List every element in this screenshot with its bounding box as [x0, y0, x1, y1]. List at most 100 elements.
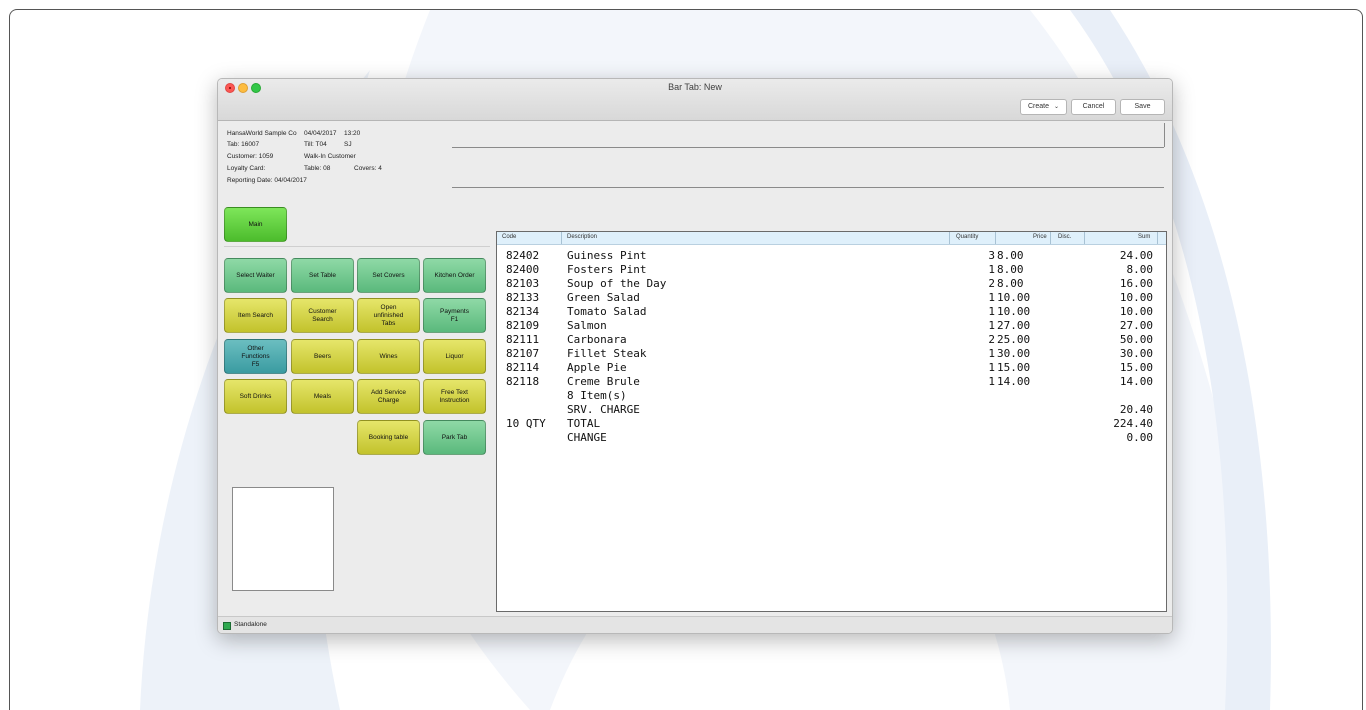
set-table-button[interactable]: Set Table	[291, 258, 354, 293]
row-description: CHANGE	[567, 431, 607, 444]
park-tab-button[interactable]: Park Tab	[423, 420, 486, 455]
free-text-instruction-button[interactable]: Free Text Instruction	[423, 379, 486, 414]
main-button[interactable]: Main	[224, 207, 287, 242]
row-description: Fillet Steak	[567, 347, 647, 360]
customer-search-line-1: Customer	[308, 307, 337, 315]
tab-time: 13:20	[344, 130, 361, 137]
column-header-quantity[interactable]: Quantity	[956, 234, 978, 240]
row-price: 25.00	[997, 333, 1031, 346]
row-description: Soup of the Day	[567, 277, 667, 290]
tab-date: 04/04/2017	[304, 130, 337, 137]
row-quantity: 1	[988, 375, 995, 388]
table-row[interactable]: 10 QTY TOTAL 224.40	[497, 417, 1166, 431]
select-waiter-button[interactable]: Select Waiter	[224, 258, 287, 293]
row-price: 10.00	[997, 305, 1031, 318]
item-search-button[interactable]: Item Search	[224, 298, 287, 333]
loyalty-card: Loyalty Card:	[227, 165, 266, 172]
row-sum: 0.00	[1126, 431, 1154, 444]
wines-button[interactable]: Wines	[357, 339, 420, 374]
row-sum: 16.00	[1119, 277, 1153, 290]
row-price: 27.00	[997, 319, 1031, 332]
customer-search-button[interactable]: Customer Search	[291, 298, 354, 333]
tab-items-grid[interactable]: Code Description Quantity Price Disc. Su…	[496, 231, 1167, 612]
status-bar: Standalone	[218, 616, 1172, 633]
open-unfinished-tabs-button[interactable]: Open unfinished Tabs	[357, 298, 420, 333]
add-service-line-2: Charge	[377, 396, 400, 404]
row-code: 10 QTY	[506, 417, 546, 430]
row-code: 82107	[506, 347, 540, 360]
row-quantity: 1	[988, 263, 995, 276]
row-quantity: 3	[988, 249, 995, 262]
table-row[interactable]: SRV. CHARGE 20.40	[497, 403, 1166, 417]
table-number: Table: 08	[304, 165, 331, 172]
column-header-price[interactable]: Price	[1033, 234, 1047, 240]
header-divider-top	[452, 147, 1164, 148]
table-row[interactable]: 82109 Salmon 1 27.00 27.00	[497, 319, 1166, 333]
row-price: 8.00	[997, 277, 1024, 290]
table-row[interactable]: 82400 Fosters Pint 1 8.00 8.00	[497, 263, 1166, 277]
liquor-button[interactable]: Liquor	[423, 339, 486, 374]
row-description: Salmon	[567, 319, 607, 332]
column-header-description[interactable]: Description	[567, 234, 597, 240]
table-row[interactable]: 82103 Soup of the Day 2 8.00 16.00	[497, 277, 1166, 291]
row-description: Creme Brule	[567, 375, 640, 388]
row-sum: 30.00	[1119, 347, 1153, 360]
header-divider-bottom	[452, 187, 1164, 188]
row-description: Fosters Pint	[567, 263, 647, 276]
status-text: Standalone	[234, 621, 267, 628]
save-button[interactable]: Save	[1120, 99, 1165, 115]
table-row[interactable]: 82111 Carbonara 2 25.00 50.00	[497, 333, 1166, 347]
other-functions-button[interactable]: Other Functions F5	[224, 339, 287, 374]
other-functions-line-3: F5	[251, 360, 260, 368]
soft-drinks-button[interactable]: Soft Drinks	[224, 379, 287, 414]
payments-line-2: F1	[450, 315, 459, 323]
free-text-line-2: Instruction	[439, 396, 470, 404]
row-price: 8.00	[997, 263, 1024, 276]
payments-line-1: Payments	[440, 307, 469, 315]
bar-tab-window: Bar Tab: New Create ⌄ Cancel Save HansaWo…	[217, 78, 1173, 634]
customer-search-line-2: Search	[312, 315, 333, 323]
row-description: TOTAL	[567, 417, 601, 430]
payments-button[interactable]: Payments F1	[423, 298, 486, 333]
column-header-code[interactable]: Code	[502, 234, 516, 240]
row-price: 8.00	[997, 249, 1024, 262]
other-functions-line-1: Other	[247, 344, 264, 352]
row-sum: 27.00	[1119, 319, 1153, 332]
row-price: 30.00	[997, 347, 1031, 360]
cancel-button[interactable]: Cancel	[1071, 99, 1116, 115]
row-code: 82400	[506, 263, 540, 276]
add-service-line-1: Add Service	[370, 388, 407, 396]
table-row[interactable]: 82133 Green Salad 1 10.00 10.00	[497, 291, 1166, 305]
company-name: HansaWorld Sample Co	[227, 130, 297, 137]
table-row[interactable]: 82134 Tomato Salad 1 10.00 10.00	[497, 305, 1166, 319]
table-row[interactable]: 82107 Fillet Steak 1 30.00 30.00	[497, 347, 1166, 361]
row-description: Carbonara	[567, 333, 627, 346]
row-description: Apple Pie	[567, 361, 627, 374]
add-service-charge-button[interactable]: Add Service Charge	[357, 379, 420, 414]
open-tabs-line-1: Open	[380, 303, 397, 311]
row-code: 82118	[506, 375, 540, 388]
table-row[interactable]: CHANGE 0.00	[497, 431, 1166, 445]
row-price: 10.00	[997, 291, 1031, 304]
meals-button[interactable]: Meals	[291, 379, 354, 414]
booking-table-button[interactable]: Booking table	[357, 420, 420, 455]
table-row[interactable]: 82402 Guiness Pint 3 8.00 24.00	[497, 249, 1166, 263]
create-dropdown[interactable]: Create ⌄	[1020, 99, 1067, 115]
other-functions-line-2: Functions	[241, 352, 270, 360]
button-panel-divider	[224, 246, 490, 247]
table-row[interactable]: 82114 Apple Pie 1 15.00 15.00	[497, 361, 1166, 375]
table-row[interactable]: 8 Item(s)	[497, 389, 1166, 403]
row-description: Guiness Pint	[567, 249, 647, 262]
beers-button[interactable]: Beers	[291, 339, 354, 374]
row-sum: 24.00	[1119, 249, 1153, 262]
column-separator	[1084, 232, 1085, 244]
column-header-disc[interactable]: Disc.	[1058, 234, 1071, 240]
column-separator	[561, 232, 562, 244]
row-sum: 10.00	[1119, 291, 1153, 304]
picture-preview-box	[232, 487, 334, 591]
kitchen-order-button[interactable]: Kitchen Order	[423, 258, 486, 293]
row-code: 82133	[506, 291, 540, 304]
table-row[interactable]: 82118 Creme Brule 1 14.00 14.00	[497, 375, 1166, 389]
set-covers-button[interactable]: Set Covers	[357, 258, 420, 293]
column-header-sum[interactable]: Sum	[1138, 234, 1150, 240]
